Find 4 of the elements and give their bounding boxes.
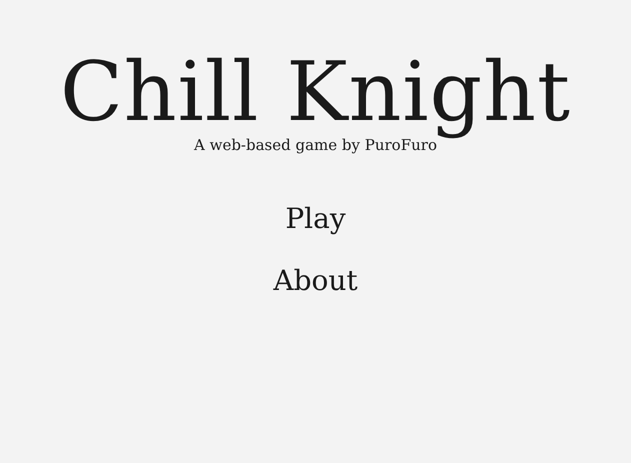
game-title: Chill Knight — [60, 48, 571, 138]
game-subtitle: A web-based game by PuroFuro — [194, 136, 437, 154]
menu-link[interactable]: About — [269, 264, 362, 298]
menu-link[interactable]: Play — [281, 202, 350, 236]
